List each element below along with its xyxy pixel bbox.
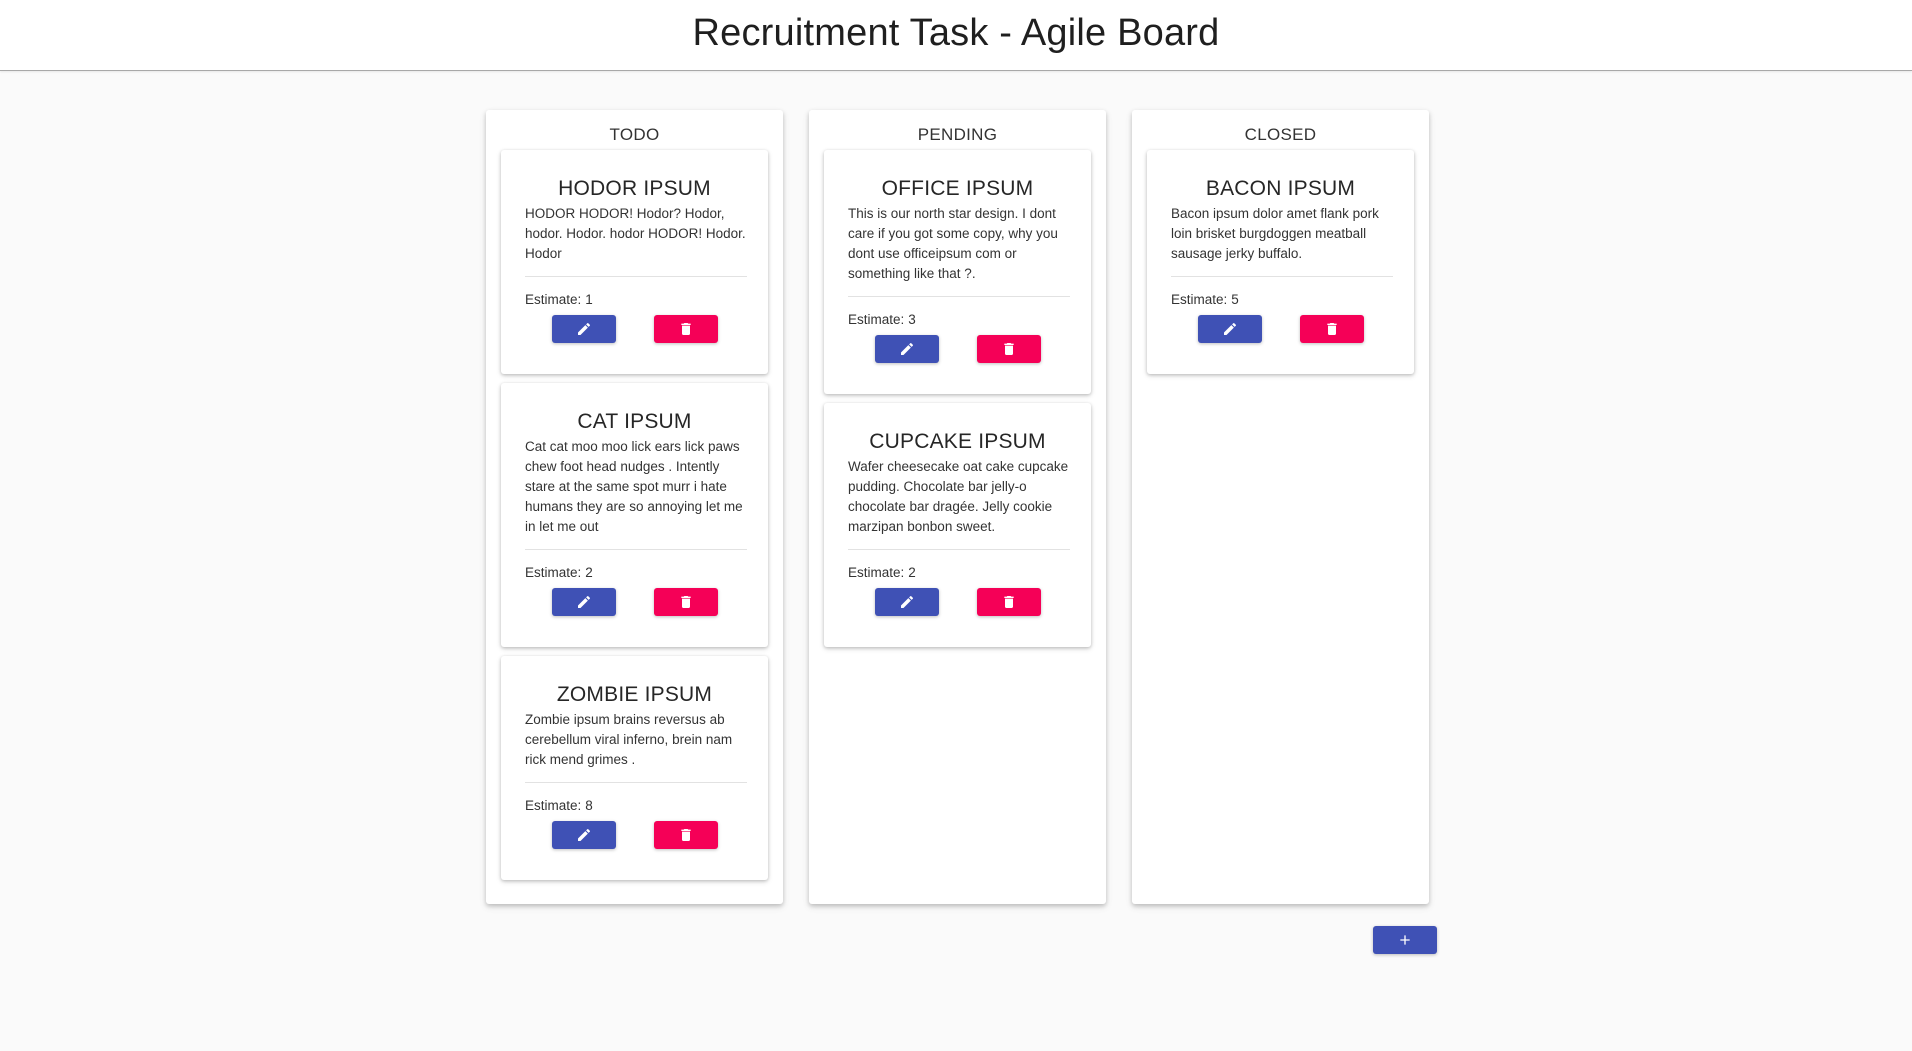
column-title: CLOSED (1244, 125, 1317, 144)
card-description: HODOR HODOR! Hodor? Hodor, hodor. Hodor.… (525, 206, 746, 261)
page-title: Recruitment Task - Agile Board (692, 12, 1220, 54)
pencil-icon (578, 322, 591, 335)
edit-task-button[interactable] (875, 335, 939, 363)
task-card: CAT IPSUM Cat cat moo moo lick ears lick… (501, 383, 768, 647)
card-divider (848, 549, 1070, 550)
trash-icon (1004, 343, 1014, 355)
delete-task-button[interactable] (654, 315, 718, 343)
card-title: CAT IPSUM (577, 410, 692, 433)
card-title: OFFICE IPSUM (881, 177, 1034, 200)
trash-icon (681, 323, 691, 335)
estimate-label: Estimate: (848, 312, 905, 327)
pencil-icon (578, 595, 591, 608)
estimate-label: Estimate: (525, 565, 582, 580)
card-estimate: Estimate: 3 (848, 311, 916, 329)
edit-task-button[interactable] (552, 588, 616, 616)
task-card: BACON IPSUM Bacon ipsum dolor amet flank… (1147, 150, 1414, 374)
plus-icon (1400, 935, 1410, 945)
estimate-value: 2 (585, 565, 593, 580)
card-estimate: Estimate: 1 (525, 291, 593, 309)
trash-icon (681, 596, 691, 608)
add-task-button[interactable] (1373, 926, 1437, 954)
estimate-label: Estimate: (525, 798, 582, 813)
card-title: CUPCAKE IPSUM (869, 430, 1046, 453)
column-closed: CLOSED BACON IPSUM Bacon ipsum dolor ame… (1132, 110, 1429, 904)
trash-icon (1327, 323, 1337, 335)
estimate-label: Estimate: (848, 565, 905, 580)
estimate-value: 3 (908, 312, 916, 327)
edit-task-button[interactable] (1198, 315, 1262, 343)
estimate-label: Estimate: (1171, 292, 1228, 307)
card-estimate: Estimate: 2 (848, 564, 916, 582)
pencil-icon (1224, 322, 1237, 335)
card-divider (1171, 276, 1393, 277)
estimate-label: Estimate: (525, 292, 582, 307)
task-card: OFFICE IPSUM This is our north star desi… (824, 150, 1091, 394)
card-description: This is our north star design. I dont ca… (848, 206, 1058, 281)
task-card: ZOMBIE IPSUM Zombie ipsum brains reversu… (501, 656, 768, 880)
column-title: PENDING (917, 125, 998, 144)
task-card: CUPCAKE IPSUM Wafer cheesecake oat cake … (824, 403, 1091, 647)
card-divider (848, 296, 1070, 297)
column-title: TODO (609, 125, 660, 144)
estimate-value: 2 (908, 565, 916, 580)
card-divider (525, 782, 747, 783)
estimate-value: 1 (585, 292, 593, 307)
card-description: Cat cat moo moo lick ears lick paws chew… (525, 439, 743, 534)
estimate-value: 8 (585, 798, 593, 813)
delete-task-button[interactable] (977, 335, 1041, 363)
task-card: HODOR IPSUM HODOR HODOR! Hodor? Hodor, h… (501, 150, 768, 374)
delete-task-button[interactable] (654, 588, 718, 616)
edit-task-button[interactable] (552, 315, 616, 343)
card-description: Wafer cheesecake oat cake cupcake puddin… (848, 459, 1069, 534)
edit-task-button[interactable] (552, 821, 616, 849)
pencil-icon (578, 828, 591, 841)
card-title: ZOMBIE IPSUM (556, 683, 713, 706)
edit-task-button[interactable] (875, 588, 939, 616)
column-todo: TODO HODOR IPSUM HODOR HODOR! Hodor? Hod… (486, 110, 783, 904)
card-divider (525, 276, 747, 277)
card-description: Zombie ipsum brains reversus ab cerebell… (525, 712, 733, 767)
app-header: Recruitment Task - Agile Board (0, 0, 1912, 71)
delete-task-button[interactable] (977, 588, 1041, 616)
column-pending: PENDING OFFICE IPSUM This is our north s… (809, 110, 1106, 904)
card-estimate: Estimate: 2 (525, 564, 593, 582)
pencil-icon (901, 595, 914, 608)
delete-task-button[interactable] (1300, 315, 1364, 343)
card-estimate: Estimate: 8 (525, 797, 593, 815)
card-title: BACON IPSUM (1205, 177, 1356, 200)
card-divider (525, 549, 747, 550)
trash-icon (1004, 596, 1014, 608)
pencil-icon (901, 342, 914, 355)
card-description: Bacon ipsum dolor amet flank pork loin b… (1171, 206, 1379, 261)
estimate-value: 5 (1231, 292, 1239, 307)
delete-task-button[interactable] (654, 821, 718, 849)
card-estimate: Estimate: 5 (1171, 291, 1239, 309)
trash-icon (681, 829, 691, 841)
card-title: HODOR IPSUM (558, 177, 711, 200)
